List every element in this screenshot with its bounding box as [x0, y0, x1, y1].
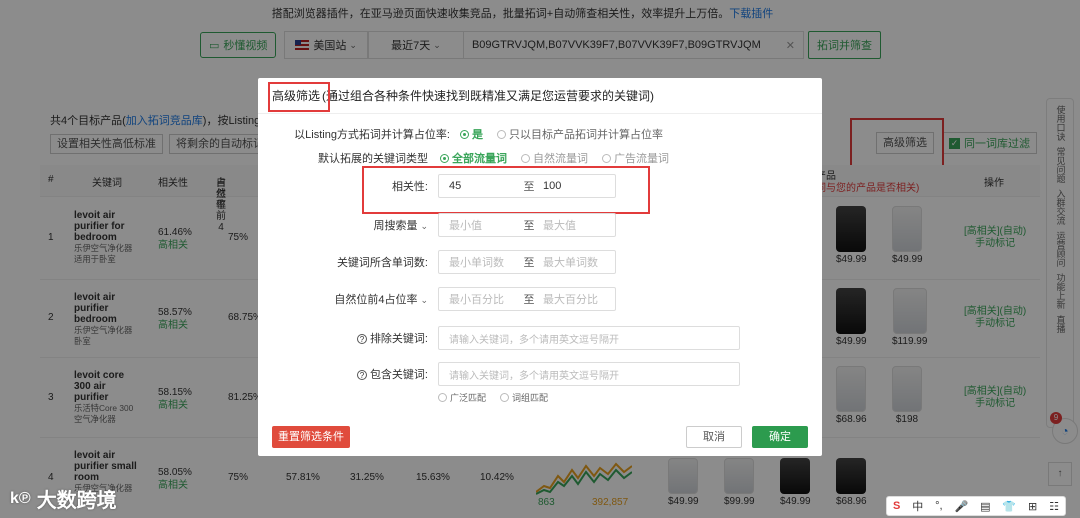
confirm-button[interactable]: 确定: [752, 426, 808, 448]
sogou-icon[interactable]: S: [893, 500, 900, 512]
modal-header: 高级筛选 (通过组合各种条件快速找到既精准又满足您运营要求的关键词): [258, 78, 822, 114]
words-max-input[interactable]: 最大单词数: [539, 254, 615, 270]
punct-icon[interactable]: °,: [935, 500, 942, 512]
chevron-down-icon: ⌄: [420, 221, 428, 231]
highlight-relevance: [362, 166, 650, 214]
include-keywords-input[interactable]: 请输入关键词，多个请用英文逗号隔开: [438, 362, 740, 386]
listing-mode-label: 以Listing方式拓词并计算占位率:: [294, 129, 450, 141]
search-max-input[interactable]: 最大值: [539, 217, 615, 233]
organic-share-range: 最小百分比 至 最大百分比: [438, 287, 616, 311]
phrase-match-radio[interactable]: 词组匹配: [500, 391, 548, 404]
help-icon[interactable]: ?: [356, 370, 367, 380]
exclude-keywords-input[interactable]: 请输入关键词，多个请用英文逗号隔开: [438, 326, 740, 350]
keyword-type-label: 默认拓展的关键词类型: [318, 153, 428, 165]
listing-yes-radio[interactable]: 是: [460, 126, 483, 142]
help-icon[interactable]: ?: [356, 334, 367, 344]
ad-traffic-radio[interactable]: 广告流量词: [602, 150, 669, 166]
all-traffic-radio[interactable]: 全部流量词: [440, 150, 507, 166]
search-min-input[interactable]: 最小值: [439, 217, 519, 233]
reset-filters-button[interactable]: 重置筛选条件: [272, 426, 350, 448]
keyboard-icon[interactable]: ▤: [980, 500, 990, 513]
organic-traffic-radio[interactable]: 自然流量词: [521, 150, 588, 166]
ime-toolbar[interactable]: S 中 °, 🎤 ▤ 👕 ⊞ ☷: [886, 496, 1066, 516]
mic-icon[interactable]: 🎤: [954, 500, 968, 513]
include-keywords-label: ? 包含关键词:: [258, 366, 428, 382]
exclude-keywords-label: ? 排除关键词:: [258, 330, 428, 346]
watermark-logo: k℗ 大数跨境: [10, 489, 117, 513]
toolbox-icon[interactable]: ⊞: [1028, 500, 1037, 513]
listing-target-only-radio[interactable]: 只以目标产品拓词并计算占位率: [497, 126, 663, 142]
chevron-down-icon: ⌄: [420, 295, 428, 305]
cancel-button[interactable]: 取消: [686, 426, 742, 448]
weekly-search-label[interactable]: 周搜索量 ⌄: [258, 217, 428, 233]
word-count-label: 关键词所含单词数:: [336, 257, 428, 269]
broad-match-radio[interactable]: 广泛匹配: [438, 391, 486, 404]
pct-min-input[interactable]: 最小百分比: [439, 291, 519, 307]
word-count-range: 最小单词数 至 最大单词数: [438, 250, 616, 274]
words-min-input[interactable]: 最小单词数: [439, 254, 519, 270]
organic-share-label[interactable]: 自然位前4占位率 ⌄: [258, 291, 428, 307]
weekly-search-range: 最小值 至 最大值: [438, 213, 616, 237]
highlight-title: [268, 82, 330, 112]
menu-icon[interactable]: ☷: [1049, 500, 1059, 513]
modal-subtitle: (通过组合各种条件快速找到既精准又满足您运营要求的关键词): [322, 89, 655, 103]
pct-max-input[interactable]: 最大百分比: [539, 291, 615, 307]
advanced-filter-modal: 高级筛选 (通过组合各种条件快速找到既精准又满足您运营要求的关键词) 以List…: [258, 78, 822, 456]
skin-icon[interactable]: 👕: [1002, 500, 1016, 513]
ime-lang-toggle[interactable]: 中: [912, 498, 923, 514]
